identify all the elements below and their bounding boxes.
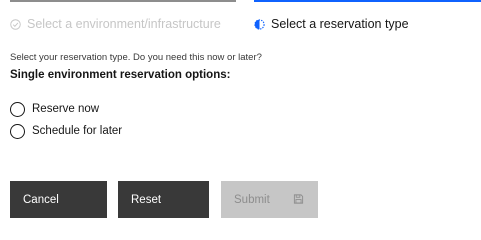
step-2-content: Select a reservation type (254, 16, 409, 32)
step-select-reservation-type[interactable]: Select a reservation type (254, 0, 481, 38)
step-select-environment[interactable]: Select a environment/infrastructure (10, 0, 236, 38)
radio-button-schedule-later[interactable] (10, 123, 25, 139)
cancel-button[interactable]: Cancel (10, 181, 107, 218)
save-icon (293, 194, 304, 204)
step-2-label: Select a reservation type (271, 17, 409, 31)
reservation-options-heading: Single environment reservation options: (10, 69, 231, 81)
half-circle-icon (254, 18, 265, 30)
radio-button-reserve-now[interactable] (10, 101, 25, 117)
radio-label-reserve-now: Reserve now (32, 103, 100, 115)
form-intro-text: Select your reservation type. Do you nee… (10, 52, 262, 63)
reset-button[interactable]: Reset (118, 181, 209, 218)
step-2-progress-line (254, 0, 481, 2)
step-1-label: Select a environment/infrastructure (27, 17, 221, 31)
radio-label-schedule-later: Schedule for later (32, 125, 123, 137)
submit-button-label: Submit (234, 193, 270, 206)
radio-schedule-later[interactable]: Schedule for later (10, 123, 122, 139)
progress-indicator: Select a environment/infrastructure Sele… (0, 0, 481, 38)
step-1-content: Select a environment/infrastructure (10, 16, 221, 32)
step-1-progress-line (10, 0, 236, 2)
submit-button[interactable]: Submit (221, 181, 318, 218)
radio-reserve-now[interactable]: Reserve now (10, 101, 99, 117)
checkmark-outline-icon (10, 18, 21, 30)
